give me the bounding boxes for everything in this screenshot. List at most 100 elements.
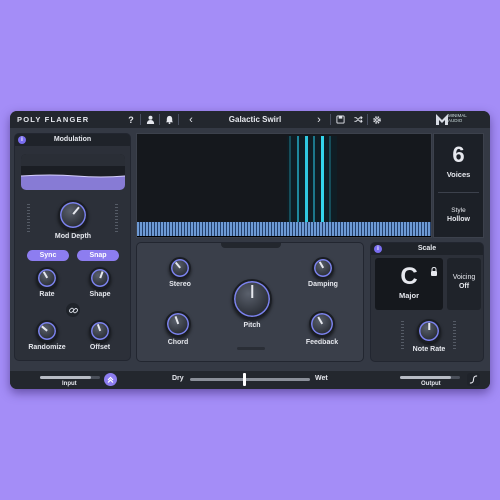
spectrum-display: [136, 133, 432, 238]
offset-knob-group: Offset: [82, 320, 118, 351]
stereo-knob[interactable]: [169, 257, 191, 279]
pitch-knob[interactable]: [232, 279, 272, 319]
preset-name[interactable]: Galactic Swirl: [195, 115, 315, 124]
divider: [178, 114, 179, 125]
style-value[interactable]: Hollow: [434, 216, 483, 223]
randomize-knob[interactable]: [36, 320, 58, 342]
voices-value[interactable]: 6: [434, 142, 483, 168]
shape-knob[interactable]: [89, 267, 111, 289]
damping-knob-group: Damping: [305, 257, 341, 288]
chevrons-up-icon: [107, 376, 114, 383]
mod-depth-knob-group: Mod Depth: [49, 200, 97, 240]
scale-header: i Scale: [371, 243, 483, 255]
voicing-label: Voicing: [452, 274, 476, 281]
damping-knob[interactable]: [312, 257, 334, 279]
curve-icon: [469, 375, 478, 384]
lfo-waveform-display: [21, 154, 125, 190]
rate-label: Rate: [39, 291, 55, 298]
top-bar: POLY FLANGER ? ‹ Galactic Swirl › MINIMA…: [10, 111, 490, 128]
mod-depth-knob[interactable]: [58, 200, 88, 230]
help-button[interactable]: ?: [124, 113, 138, 126]
damping-label: Damping: [308, 281, 338, 288]
key-selector[interactable]: C Major: [375, 258, 443, 310]
wet-label: Wet: [315, 375, 328, 382]
voicing-panel[interactable]: Voicing Off: [447, 258, 481, 310]
sync-button[interactable]: Sync: [27, 250, 69, 261]
info-icon[interactable]: i: [18, 136, 26, 144]
info-icon[interactable]: i: [374, 245, 382, 253]
voices-panel: 6 Voices Style Hollow: [433, 133, 484, 238]
randomize-knob-group: Randomize: [24, 320, 70, 351]
bottom-bar: Input Dry Wet Output: [10, 371, 490, 389]
stereo-knob-group: Stereo: [165, 257, 195, 288]
brand-logo-icon: [436, 114, 448, 127]
level-meter: [115, 204, 118, 234]
chord-knob[interactable]: [165, 311, 191, 337]
snap-button[interactable]: Snap: [77, 250, 119, 261]
pitch-knob-group: Pitch: [229, 279, 275, 329]
output-slider[interactable]: [400, 376, 460, 379]
curve-button[interactable]: [467, 373, 480, 386]
shape-label: Shape: [89, 291, 111, 298]
divider: [438, 192, 479, 193]
modulation-panel: i Modulation Mod Depth Sync Snap Rate Sh…: [14, 133, 131, 361]
app-title: POLY FLANGER: [17, 115, 90, 124]
mod-depth-label: Mod Depth: [54, 233, 92, 240]
input-fill: [40, 376, 91, 379]
save-icon[interactable]: [333, 113, 347, 126]
modulation-title: Modulation: [53, 136, 92, 143]
input-link-button[interactable]: [104, 373, 117, 386]
offset-knob[interactable]: [89, 320, 111, 342]
offset-label: Offset: [89, 344, 111, 351]
stereo-label: Stereo: [169, 281, 191, 288]
voicing-value[interactable]: Off: [447, 283, 481, 290]
scale-panel: i Scale C Major Voicing Off Note Rate: [370, 242, 484, 362]
feedback-label: Feedback: [305, 339, 339, 346]
scale-title: Scale: [417, 245, 437, 252]
note-rate-knob[interactable]: [417, 319, 441, 343]
dry-wet-thumb[interactable]: [242, 373, 246, 386]
output-label: Output: [421, 381, 441, 387]
note-rate-knob-group: Note Rate: [409, 319, 449, 353]
style-label: Style: [451, 207, 466, 214]
next-preset-button[interactable]: ›: [312, 113, 326, 126]
divider: [330, 114, 331, 125]
pitch-indicator-bar: [237, 347, 265, 350]
brand-name: MINIMAL AUDIO: [448, 113, 467, 123]
user-icon[interactable]: [143, 113, 157, 126]
shape-knob-group: Shape: [82, 267, 118, 298]
bell-icon[interactable]: [162, 113, 176, 126]
dry-label: Dry: [172, 375, 184, 382]
feedback-knob[interactable]: [309, 311, 335, 337]
chord-label: Chord: [167, 339, 189, 346]
rate-knob-group: Rate: [29, 267, 65, 298]
link-icon[interactable]: [66, 303, 80, 317]
brand-line2: AUDIO: [448, 118, 463, 123]
feedback-knob-group: Feedback: [303, 311, 341, 346]
dry-wet-slider[interactable]: [190, 373, 310, 386]
divider: [159, 114, 160, 125]
rate-knob[interactable]: [36, 267, 58, 289]
note-rate-label: Note Rate: [412, 346, 446, 353]
randomize-label: Randomize: [28, 344, 66, 351]
mode-value[interactable]: Major: [375, 291, 443, 300]
divider: [140, 114, 141, 125]
voices-label: Voices: [446, 170, 471, 179]
chord-knob-group: Chord: [163, 311, 193, 346]
gear-icon[interactable]: [370, 113, 384, 126]
modulation-header: i Modulation: [15, 134, 130, 146]
output-fill: [400, 376, 451, 379]
panel-notch: [221, 243, 281, 248]
pitch-label: Pitch: [243, 322, 261, 329]
level-meter: [27, 204, 30, 234]
input-label: Input: [62, 381, 77, 387]
input-slider[interactable]: [40, 376, 100, 379]
main-controls-panel: Stereo Damping Pitch Chord Feedback: [136, 242, 364, 362]
level-meter: [453, 321, 456, 349]
level-meter: [401, 321, 404, 349]
divider: [367, 114, 368, 125]
plugin-window: POLY FLANGER ? ‹ Galactic Swirl › MINIMA…: [10, 111, 490, 389]
piano-keys[interactable]: [137, 222, 431, 236]
lock-icon[interactable]: [430, 263, 438, 281]
shuffle-icon[interactable]: [351, 113, 365, 126]
